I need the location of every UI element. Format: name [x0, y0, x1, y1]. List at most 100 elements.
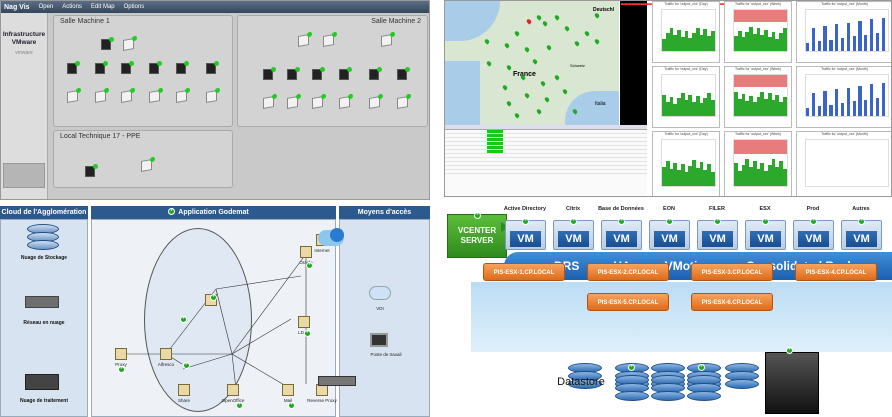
menu-actions[interactable]: Actions — [62, 4, 82, 10]
map-marker-icon[interactable] — [483, 38, 491, 45]
server-node-icon[interactable] — [282, 384, 294, 396]
node-label: Share — [177, 398, 190, 403]
server-icon[interactable] — [121, 61, 134, 74]
map-marker-icon[interactable] — [573, 40, 581, 47]
vm-host-icon[interactable] — [121, 87, 135, 103]
map-marker-icon[interactable] — [541, 20, 549, 27]
vm-label: Autres — [852, 206, 870, 212]
map-marker-icon[interactable] — [563, 25, 571, 32]
map-marker-icon[interactable] — [525, 18, 533, 25]
vm-host-icon[interactable] — [141, 156, 155, 172]
label-reseau-nuage: Réseau en nuage — [23, 320, 65, 326]
server-icon[interactable] — [206, 61, 219, 74]
map-marker-icon[interactable] — [523, 46, 531, 53]
vm-host-icon[interactable] — [287, 93, 301, 109]
graph-area — [733, 74, 788, 117]
vm-host-icon[interactable] — [369, 93, 383, 109]
esx-host-box[interactable]: PIS-ESX-2.CP.LOCAL — [587, 263, 669, 281]
status-ok-icon — [858, 217, 865, 225]
menu-edit-map[interactable]: Edit Map — [91, 4, 115, 10]
geo-map[interactable]: Deutschl France Schweiz Italia — [445, 1, 619, 125]
server-icon[interactable] — [176, 61, 189, 74]
vm-host-icon[interactable] — [176, 87, 190, 103]
traffic-graph[interactable]: Traffic for 'output_xxx' (Day) — [652, 131, 720, 196]
menu-options[interactable]: Options — [124, 4, 145, 10]
traffic-graph[interactable]: Traffic for 'output_xxx' (Week) — [724, 131, 792, 196]
vm-host-icon[interactable] — [67, 87, 81, 103]
server-icon[interactable] — [101, 37, 114, 50]
vm-host-icon[interactable] — [206, 87, 220, 103]
menu-open[interactable]: Open — [39, 4, 54, 10]
vm-host-icon[interactable] — [123, 35, 137, 51]
vm-text: VM — [702, 231, 733, 247]
vm-label: Base de Données — [598, 206, 644, 212]
server-node-icon[interactable] — [115, 348, 127, 360]
vm-host-icon[interactable] — [339, 93, 353, 109]
traffic-graph[interactable]: Traffic for 'output_xxx' (Week) — [724, 1, 792, 63]
server-node-icon[interactable] — [298, 316, 310, 328]
map-thumbnail[interactable] — [3, 163, 45, 188]
vm-host-icon[interactable] — [323, 31, 337, 47]
map-marker-icon[interactable] — [503, 42, 511, 49]
sidebar-title: Infrastructure VMware — [2, 31, 46, 46]
server-icon[interactable] — [397, 67, 410, 80]
graph-bar — [710, 171, 715, 186]
map-marker-icon[interactable] — [583, 30, 591, 37]
esx-host-box[interactable]: PIS-ESX-5.CP.LOCAL — [587, 293, 669, 311]
esx-host-box[interactable]: PIS-ESX-3.CP.LOCAL — [691, 263, 773, 281]
map-marker-icon[interactable] — [513, 30, 521, 37]
server-icon[interactable] — [287, 67, 300, 80]
traffic-graph[interactable]: Traffic for 'output_xxx' (Month) — [796, 1, 891, 63]
map-marker-icon[interactable] — [535, 14, 543, 21]
map-marker-icon[interactable] — [505, 64, 513, 71]
map-marker-icon[interactable] — [505, 100, 513, 107]
server-icon[interactable] — [263, 67, 276, 80]
map-marker-icon[interactable] — [561, 88, 569, 95]
server-node-icon[interactable] — [178, 384, 190, 396]
server-icon[interactable] — [149, 61, 162, 74]
server-icon[interactable] — [339, 67, 352, 80]
graph-bar — [858, 86, 862, 116]
server-node-icon[interactable] — [227, 384, 239, 396]
map-marker-icon[interactable] — [545, 44, 553, 51]
traffic-graph[interactable]: Traffic for 'output_xxx' (Month) — [796, 66, 891, 128]
map-marker-icon[interactable] — [539, 80, 547, 87]
server-icon[interactable] — [312, 67, 325, 80]
vm-host-icon[interactable] — [312, 93, 326, 109]
map-marker-icon[interactable] — [501, 84, 509, 91]
traffic-graph[interactable]: Traffic for 'output_xxx' (Month) — [796, 131, 891, 196]
traffic-graph[interactable]: Traffic for 'output_xxx' (Day) — [652, 66, 720, 128]
server-icon[interactable] — [369, 67, 382, 80]
esx-host-box[interactable]: PIS-ESX-4.CP.LOCAL — [795, 263, 877, 281]
vm-host-icon[interactable] — [381, 31, 395, 47]
graph-bar — [811, 92, 816, 116]
map-marker-icon[interactable] — [553, 14, 561, 21]
table-row[interactable] — [445, 170, 647, 174]
vcenter-label: VCENTER SERVER — [457, 226, 497, 245]
vm-host-icon[interactable] — [298, 31, 312, 47]
map-marker-icon[interactable] — [531, 58, 539, 65]
vm-host-icon[interactable] — [149, 87, 163, 103]
vm-host-icon[interactable] — [95, 87, 109, 103]
esx-host-box[interactable]: PIS-ESX-6.CP.LOCAL — [691, 293, 773, 311]
map-marker-icon[interactable] — [553, 74, 561, 81]
map-marker-icon[interactable] — [593, 12, 601, 19]
esx-host-box[interactable]: PIS-ESX-1.CP.LOCAL — [483, 263, 565, 281]
traffic-graph[interactable]: Traffic for 'output_xxx' (Day) — [652, 1, 720, 63]
server-icon[interactable] — [95, 61, 108, 74]
status-ok-cell — [487, 138, 503, 141]
graph-bar — [782, 168, 787, 186]
vm-host-icon[interactable] — [397, 93, 411, 109]
map-marker-icon[interactable] — [513, 112, 521, 119]
graph-bar — [840, 102, 845, 116]
map-marker-icon[interactable] — [593, 38, 601, 45]
map-marker-icon[interactable] — [485, 60, 493, 67]
server-icon[interactable] — [67, 61, 80, 74]
vm-host-icon[interactable] — [263, 93, 277, 109]
map-marker-icon[interactable] — [523, 92, 531, 99]
server-node-icon[interactable] — [160, 348, 172, 360]
map-marker-icon[interactable] — [535, 108, 543, 115]
server-icon[interactable] — [85, 164, 98, 177]
map-marker-icon[interactable] — [543, 96, 551, 103]
traffic-graph[interactable]: Traffic for 'output_xxx' (Week) — [724, 66, 792, 128]
